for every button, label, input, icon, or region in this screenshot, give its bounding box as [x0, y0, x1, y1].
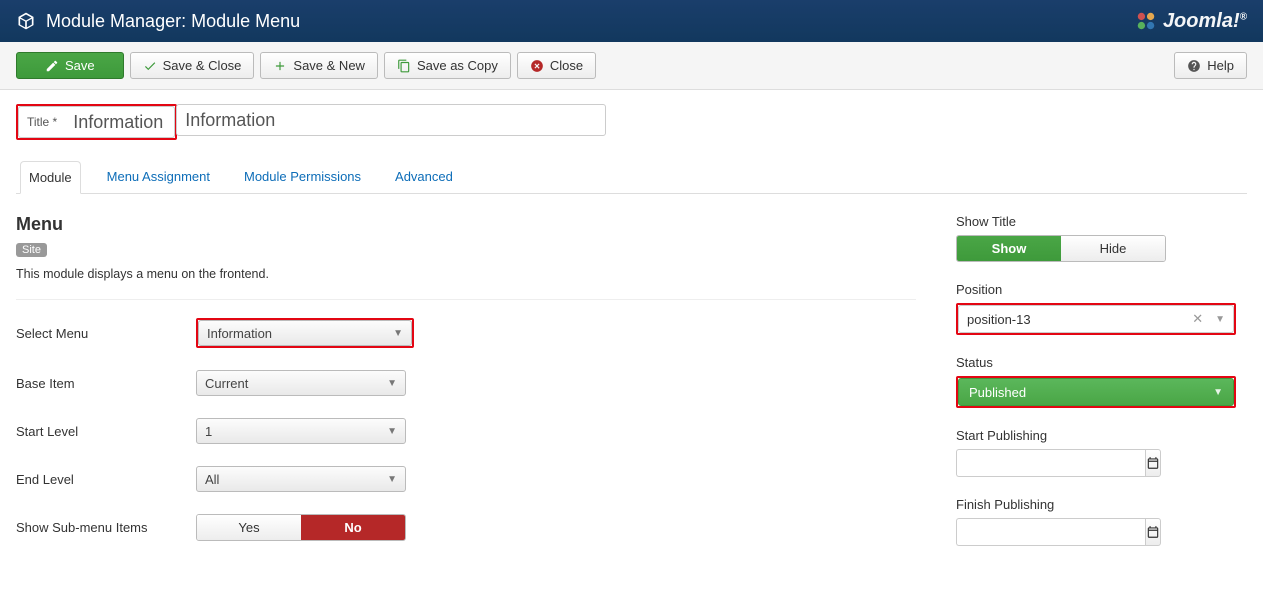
finish-publishing-calendar-button[interactable]	[1145, 518, 1161, 546]
calendar-icon	[1146, 525, 1160, 539]
finish-publishing-input[interactable]	[956, 518, 1145, 546]
end-level-value: All	[205, 472, 219, 487]
toolbar: Save Save & Close Save & New Save as Cop…	[0, 42, 1263, 90]
label-start-publishing: Start Publishing	[956, 428, 1236, 443]
save-new-button[interactable]: Save & New	[260, 52, 378, 79]
close-button[interactable]: Close	[517, 52, 596, 79]
show-title-toggle: Show Hide	[956, 235, 1166, 262]
help-button[interactable]: Help	[1174, 52, 1247, 79]
show-submenu-yes[interactable]: Yes	[197, 515, 301, 540]
show-title-hide[interactable]: Hide	[1061, 236, 1165, 261]
save-close-label: Save & Close	[163, 58, 242, 73]
close-icon	[530, 59, 544, 73]
title-input[interactable]	[176, 104, 606, 136]
save-button-label: Save	[65, 58, 95, 73]
tabs: Module Menu Assignment Module Permission…	[16, 160, 1247, 194]
show-title-show[interactable]: Show	[957, 236, 1061, 261]
show-submenu-toggle: Yes No	[196, 514, 406, 541]
chevron-down-icon: ▼	[387, 426, 397, 437]
module-description: This module displays a menu on the front…	[16, 267, 916, 281]
start-publishing-calendar-button[interactable]	[1145, 449, 1161, 477]
label-position: Position	[956, 282, 1236, 297]
tab-module-permissions[interactable]: Module Permissions	[236, 161, 369, 194]
title-input-preview[interactable]	[65, 106, 175, 138]
clear-position-icon[interactable]: ✕	[1192, 311, 1203, 327]
divider	[16, 299, 916, 300]
position-select[interactable]: position-13 ✕ ▼	[958, 305, 1234, 333]
row-start-level: Start Level 1 ▼	[16, 418, 916, 444]
label-start-level: Start Level	[16, 424, 196, 439]
label-show-title: Show Title	[956, 214, 1236, 229]
module-heading: Menu	[16, 214, 916, 235]
joomla-icon	[1135, 10, 1157, 32]
label-end-level: End Level	[16, 472, 196, 487]
row-end-level: End Level All ▼	[16, 466, 916, 492]
help-label: Help	[1207, 58, 1234, 73]
row-base-item: Base Item Current ▼	[16, 370, 916, 396]
base-item-value: Current	[205, 376, 248, 391]
chevron-down-icon: ▼	[1215, 314, 1225, 325]
chevron-down-icon: ▼	[393, 328, 403, 339]
page-header: Module Manager: Module Menu Joomla!®	[0, 0, 1263, 42]
calendar-icon	[1146, 456, 1160, 470]
row-select-menu: Select Menu Information ▼	[16, 318, 916, 348]
apply-icon	[45, 59, 59, 73]
title-field-row: Title *	[16, 104, 1247, 140]
tab-advanced[interactable]: Advanced	[387, 161, 461, 194]
module-cube-icon	[16, 11, 36, 31]
tab-module[interactable]: Module	[20, 161, 81, 194]
block-status: Status Published ▼	[956, 355, 1236, 408]
module-side-column: Show Title Show Hide Position position-1…	[956, 214, 1236, 566]
content-area: Title * Module Menu Assignment Module Pe…	[0, 90, 1263, 596]
status-select[interactable]: Published ▼	[958, 378, 1234, 406]
select-menu-dropdown[interactable]: Information ▼	[198, 320, 412, 346]
start-level-dropdown[interactable]: 1 ▼	[196, 418, 406, 444]
position-value: position-13	[967, 312, 1031, 327]
show-submenu-no[interactable]: No	[301, 515, 405, 540]
save-new-label: Save & New	[293, 58, 365, 73]
save-copy-label: Save as Copy	[417, 58, 498, 73]
title-label: Title *	[18, 106, 65, 138]
block-start-publishing: Start Publishing	[956, 428, 1236, 477]
site-badge: Site	[16, 243, 47, 257]
chevron-down-icon: ▼	[387, 474, 397, 485]
tab-menu-assignment[interactable]: Menu Assignment	[99, 161, 218, 194]
save-button[interactable]: Save	[16, 52, 124, 79]
start-level-value: 1	[205, 424, 212, 439]
help-icon	[1187, 59, 1201, 73]
block-show-title: Show Title Show Hide	[956, 214, 1236, 262]
copy-icon	[397, 59, 411, 73]
row-show-submenu: Show Sub-menu Items Yes No	[16, 514, 916, 541]
module-settings-column: Menu Site This module displays a menu on…	[16, 214, 916, 566]
start-publishing-input[interactable]	[956, 449, 1145, 477]
label-base-item: Base Item	[16, 376, 196, 391]
save-copy-button[interactable]: Save as Copy	[384, 52, 511, 79]
base-item-dropdown[interactable]: Current ▼	[196, 370, 406, 396]
plus-icon	[273, 59, 287, 73]
check-icon	[143, 59, 157, 73]
label-finish-publishing: Finish Publishing	[956, 497, 1236, 512]
save-close-button[interactable]: Save & Close	[130, 52, 255, 79]
label-select-menu: Select Menu	[16, 326, 196, 341]
end-level-dropdown[interactable]: All ▼	[196, 466, 406, 492]
page-title: Module Manager: Module Menu	[46, 11, 300, 32]
label-status: Status	[956, 355, 1236, 370]
block-finish-publishing: Finish Publishing	[956, 497, 1236, 546]
title-highlight: Title *	[16, 104, 177, 140]
chevron-down-icon: ▼	[387, 378, 397, 389]
chevron-down-icon: ▼	[1213, 387, 1223, 398]
block-position: Position position-13 ✕ ▼	[956, 282, 1236, 335]
header-left: Module Manager: Module Menu	[16, 11, 300, 32]
joomla-logo: Joomla!®	[1135, 10, 1247, 33]
label-show-submenu: Show Sub-menu Items	[16, 520, 196, 535]
status-value: Published	[969, 385, 1026, 400]
close-label: Close	[550, 58, 583, 73]
select-menu-value: Information	[207, 326, 272, 341]
